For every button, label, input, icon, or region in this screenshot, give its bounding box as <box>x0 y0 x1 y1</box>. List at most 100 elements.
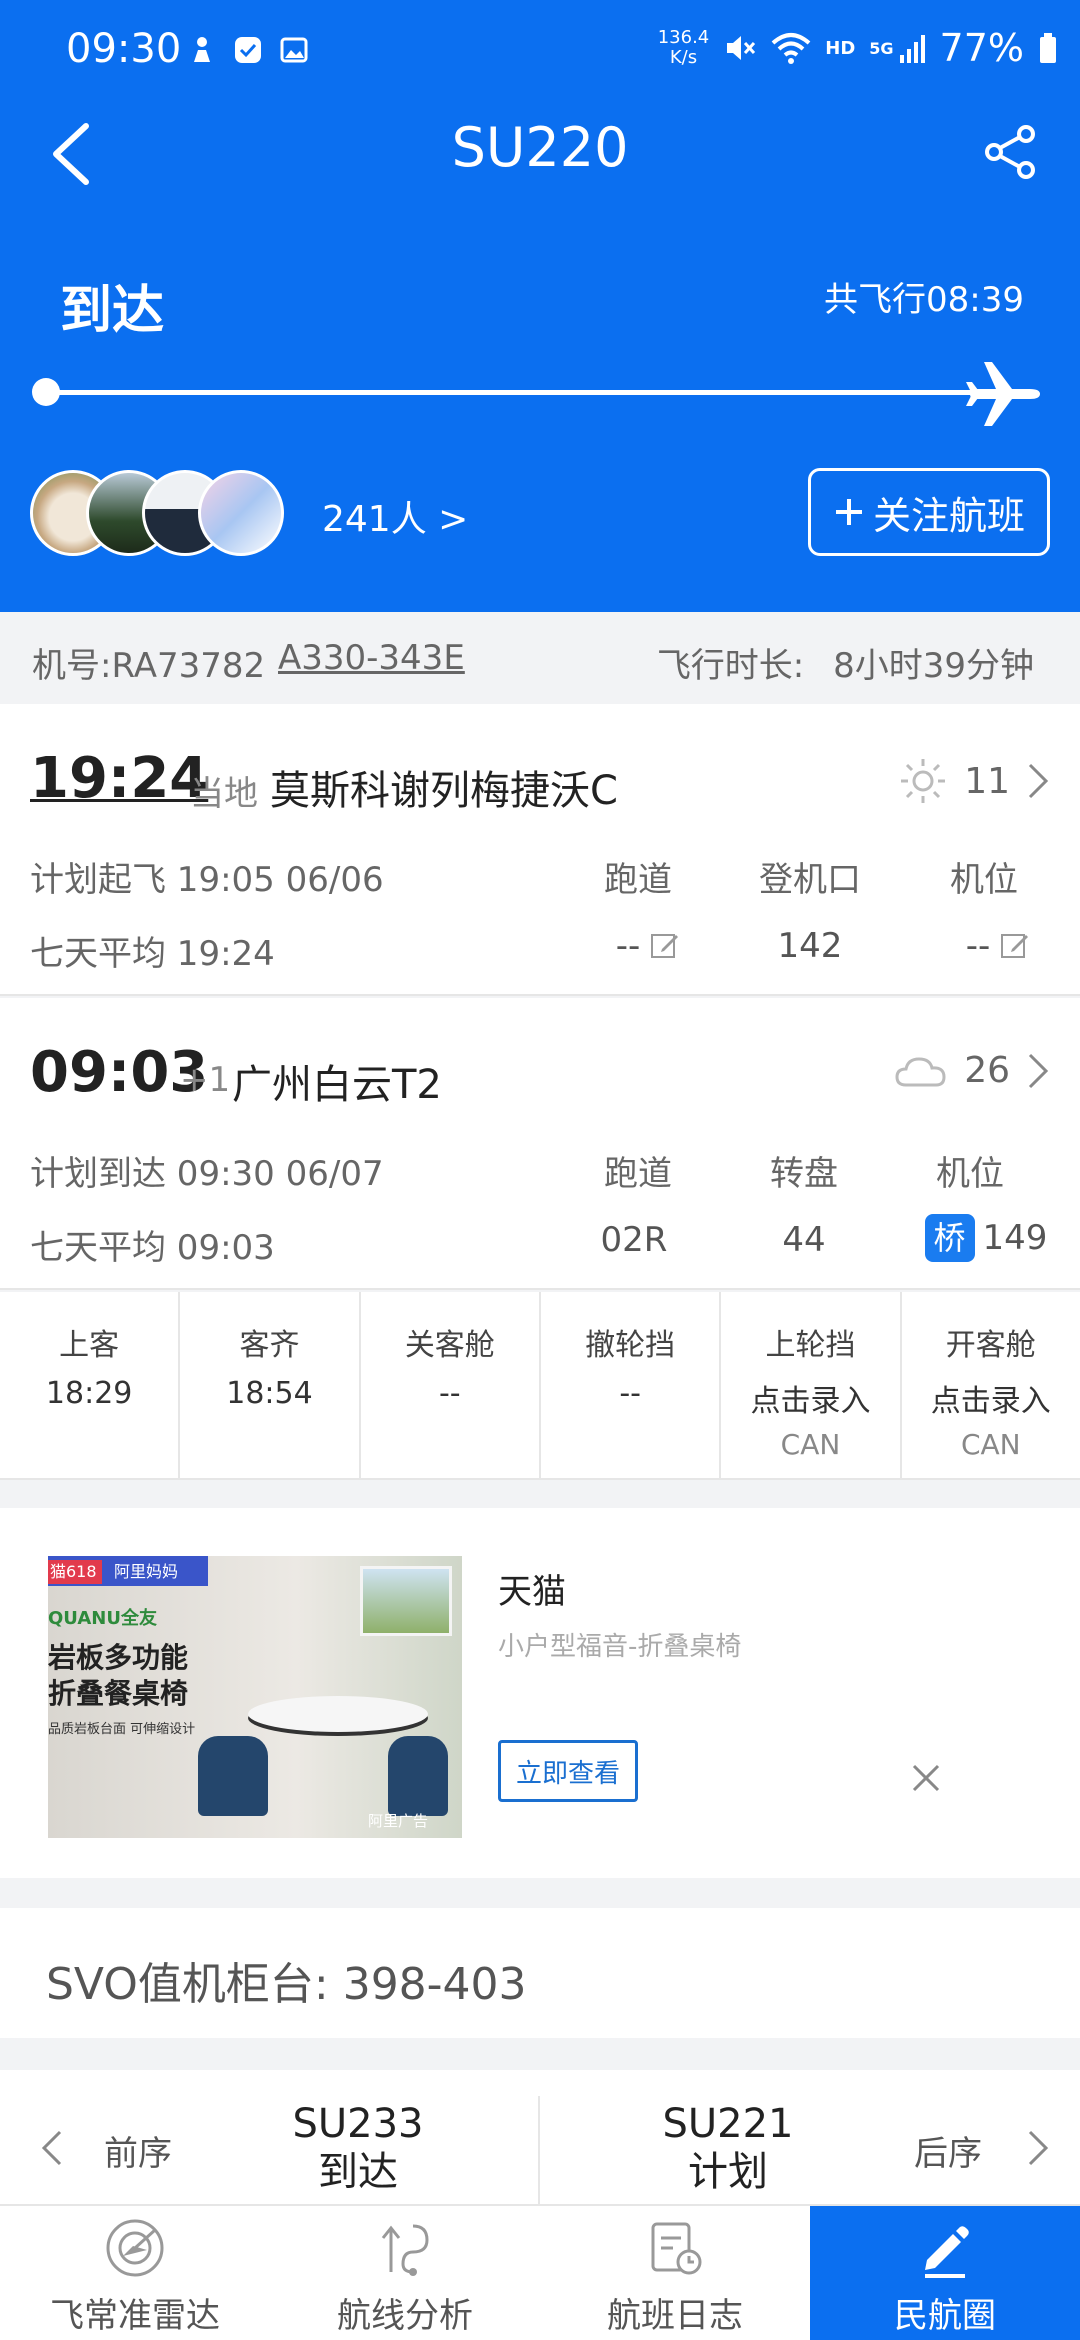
follower-count[interactable]: 241人 > <box>322 490 468 542</box>
bridge-badge: 桥 <box>924 1214 975 1262</box>
arrival-stand-value: 桥 149 <box>906 1214 1066 1262</box>
aircraft-type-link[interactable]: A330-343E <box>278 638 465 678</box>
nav-aviation-circle[interactable]: 民航圈 <box>810 2206 1080 2340</box>
log-icon <box>651 2222 702 2275</box>
chevron-right-icon[interactable] <box>1024 2128 1054 2168</box>
hd-indicator: HD <box>825 37 856 59</box>
signal-type: 5G <box>869 38 894 58</box>
arrival-card: 09:03 +1 广州白云T2 26 计划到达 09:30 06/07 七天平均… <box>0 998 1080 1290</box>
ad-image[interactable]: 猫618 阿里妈妈 QUANU全友 岩板多功能 折叠餐桌椅 品质岩板台面 可伸缩… <box>48 1556 462 1838</box>
nav-flight-log-label: 航班日志 <box>607 2296 743 2336</box>
departure-temperature: 11 <box>964 760 1010 802</box>
ad-badge-alimama: 阿里妈妈 <box>114 1562 179 1581</box>
nav-radar[interactable]: 飞常准雷达 <box>0 2206 270 2340</box>
close-icon[interactable] <box>908 1760 944 1796</box>
departure-stand-header: 机位 <box>950 860 1018 900</box>
arrival-stand-header: 机位 <box>936 1154 1004 1194</box>
flight-duration-label: 飞行时长: <box>656 646 805 686</box>
next-flight-no: SU221 <box>662 2101 794 2147</box>
arrival-temperature: 26 <box>964 1050 1010 1091</box>
chevron-right-icon <box>1028 1053 1049 1088</box>
net-speed: 136.4 K/s <box>657 27 710 68</box>
arrival-runway-header: 跑道 <box>604 1154 672 1194</box>
ad-table <box>248 1696 428 1732</box>
aircraft-registration: 机号:RA73782 <box>32 646 266 686</box>
next-flight[interactable]: SU221 计划 <box>628 2100 828 2196</box>
event-door-close: 关客舱 -- <box>361 1292 541 1478</box>
ground-events: 上客 18:29 客齐 18:54 关客舱 -- 撤轮挡 -- 上轮挡 点击录入 CAN 开… <box>0 1292 1080 1480</box>
previous-flight-status: 到达 <box>318 2149 398 2195</box>
departure-runway-value[interactable]: -- <box>568 926 728 966</box>
arrival-planned: 计划到达 09:30 06/07 <box>30 1154 384 1194</box>
departure-actual-time: 19:24 <box>30 746 209 811</box>
flight-status: 到达 <box>60 281 165 341</box>
sequence-divider <box>538 2096 540 2204</box>
departure-gate-value: 142 <box>777 926 843 966</box>
bottom-nav: 飞常准雷达 航线分析 航班日志 民航圈 <box>0 2204 1080 2340</box>
previous-flight-no: SU233 <box>292 2101 424 2147</box>
flight-header: 09:30 136.4 K/s HD 5G 77% SU220 到达 共飞行08… <box>0 0 1080 612</box>
status-bar: 09:30 136.4 K/s HD 5G 77% <box>0 0 1080 100</box>
nav-route-analysis[interactable]: 航线分析 <box>270 2206 540 2340</box>
ad-chair-left <box>198 1736 268 1816</box>
event-chocks-off: 撤轮挡 -- <box>541 1292 722 1478</box>
advertisement[interactable]: 猫618 阿里妈妈 QUANU全友 岩板多功能 折叠餐桌椅 品质岩板台面 可伸缩… <box>0 1508 1080 1878</box>
arrival-weather[interactable]: 26 <box>894 1050 1050 1091</box>
nav-radar-label: 飞常准雷达 <box>50 2296 220 2336</box>
plus-icon <box>835 499 862 525</box>
wifi-icon <box>771 33 811 64</box>
departure-card: 19:24 当地 莫斯科谢列梅捷沃C 11 计划起飞 19:05 06/06 七… <box>0 704 1080 996</box>
previous-flight[interactable]: SU233 到达 <box>258 2100 458 2196</box>
edit-icon[interactable] <box>1000 931 1030 961</box>
departure-time-suffix: 当地 <box>190 774 258 814</box>
avatar-anime <box>198 470 284 556</box>
follow-flight-button[interactable]: 关注航班 <box>808 468 1050 556</box>
next-label[interactable]: 后序 <box>914 2126 982 2175</box>
follower-avatars[interactable] <box>30 470 300 556</box>
app-notification-icon <box>235 37 261 63</box>
chevron-left-icon[interactable] <box>36 2128 66 2168</box>
battery-icon <box>1040 33 1056 63</box>
departure-stand-value[interactable]: -- <box>918 926 1078 966</box>
departure-seven-day-avg: 七天平均 19:24 <box>30 934 275 974</box>
departure-runway-header: 跑道 <box>604 860 672 900</box>
checkin-counter: SVO值机柜台: 398-403 <box>0 1908 1080 2038</box>
gallery-notification-icon <box>280 37 308 63</box>
event-door-open[interactable]: 开客舱 点击录入 CAN <box>902 1292 1080 1478</box>
route-icon <box>381 2224 429 2276</box>
arrival-carousel-header: 转盘 <box>770 1154 838 1194</box>
previous-label[interactable]: 前序 <box>104 2126 172 2175</box>
ad-chair-right <box>388 1736 448 1816</box>
share-icon[interactable] <box>980 122 1040 182</box>
ad-mark: 阿里广告 <box>368 1812 429 1830</box>
edit-icon[interactable] <box>650 931 680 961</box>
person-notification-icon <box>194 37 210 62</box>
ad-view-button[interactable]: 立即查看 <box>498 1740 638 1802</box>
departure-weather[interactable]: 11 <box>898 756 1050 806</box>
follow-flight-label: 关注航班 <box>872 495 1025 538</box>
flight-duration: 飞行时长: 8小时39分钟 <box>657 638 1034 687</box>
nav-aviation-circle-label: 民航圈 <box>894 2296 996 2336</box>
flight-origin-dot <box>32 378 60 406</box>
ad-subtitle: 小户型福音-折叠桌椅 <box>498 1632 742 1662</box>
arrival-airport[interactable]: 广州白云T2 <box>232 1052 442 1110</box>
departure-gate-header: 登机口 <box>759 860 861 900</box>
ad-badge-618: 猫618 <box>48 1560 102 1584</box>
event-chocks-on[interactable]: 上轮挡 点击录入 CAN <box>721 1292 902 1478</box>
status-right: 136.4 K/s HD 5G 77% <box>658 26 1058 70</box>
arrival-runway-value: 02R <box>600 1220 668 1260</box>
signal-icon <box>899 35 925 63</box>
ad-headline-2: 折叠餐桌椅 <box>48 1677 189 1710</box>
flight-progress-track <box>46 390 976 395</box>
pen-icon <box>925 2226 969 2278</box>
departure-airport[interactable]: 莫斯科谢列梅捷沃C <box>270 758 618 816</box>
event-boarding: 上客 18:29 <box>0 1292 181 1478</box>
radar-icon <box>106 2219 164 2277</box>
ad-window <box>360 1566 452 1636</box>
nav-flight-log[interactable]: 航班日志 <box>540 2206 810 2340</box>
status-time: 09:30 <box>66 26 182 72</box>
mute-icon <box>727 36 756 60</box>
nav-route-analysis-label: 航线分析 <box>337 2296 473 2336</box>
flight-sequence: 前序 SU233 到达 SU221 计划 后序 <box>0 2070 1080 2204</box>
flight-duration-value: 8小时39分钟 <box>833 646 1034 686</box>
